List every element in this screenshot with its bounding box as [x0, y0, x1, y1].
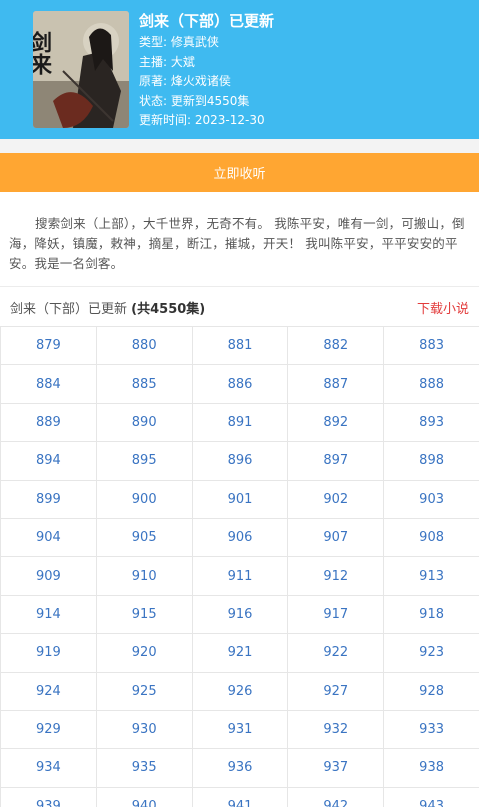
episode-link[interactable]: 882 — [288, 327, 385, 366]
episode-link[interactable]: 910 — [96, 557, 193, 596]
episode-link[interactable]: 927 — [288, 672, 385, 711]
episode-link[interactable]: 939 — [1, 787, 97, 807]
episode-link[interactable]: 933 — [384, 710, 479, 750]
episode-link[interactable]: 904 — [1, 518, 97, 558]
episode-link[interactable]: 911 — [192, 557, 289, 596]
episode-link[interactable]: 897 — [288, 442, 385, 481]
episode-link[interactable]: 906 — [192, 518, 289, 558]
episode-link[interactable]: 912 — [288, 557, 385, 596]
episode-list-heading: 剑来（下部）已更新 — [10, 302, 128, 317]
episode-link[interactable]: 883 — [384, 327, 479, 366]
episode-link[interactable]: 924 — [1, 672, 97, 711]
episode-link[interactable]: 901 — [192, 480, 289, 519]
book-info: 剑来（下部）已更新 类型: 修真武侠 主播: 大斌 原著: 烽火戏诸侯 状态: … — [139, 11, 274, 131]
episode-link[interactable]: 879 — [1, 327, 97, 366]
episode-list-header: 剑来（下部）已更新 (共4550集) 下载小说 — [0, 286, 479, 326]
episode-link[interactable]: 942 — [288, 787, 385, 807]
listen-now-button[interactable]: 立即收听 — [0, 153, 479, 192]
episode-link[interactable]: 940 — [97, 787, 193, 807]
cover-title-text: 剑来 — [33, 30, 53, 75]
episode-link[interactable]: 914 — [1, 595, 97, 635]
episode-link[interactable]: 898 — [384, 442, 479, 481]
episode-link[interactable]: 929 — [1, 710, 97, 750]
episode-link[interactable]: 893 — [384, 403, 479, 443]
episode-link[interactable]: 909 — [1, 557, 97, 596]
episode-link[interactable]: 937 — [288, 749, 385, 788]
episode-link[interactable]: 934 — [1, 749, 97, 788]
episode-link[interactable]: 895 — [96, 442, 193, 481]
book-cover-image[interactable]: 剑来 — [33, 11, 129, 128]
episode-link[interactable]: 930 — [96, 710, 193, 750]
download-novel-link[interactable]: 下载小说 — [417, 298, 469, 317]
episode-link[interactable]: 889 — [1, 403, 97, 443]
episode-link[interactable]: 907 — [288, 518, 385, 558]
episode-link[interactable]: 916 — [192, 595, 289, 635]
episode-link[interactable]: 892 — [288, 403, 385, 443]
episode-link[interactable]: 891 — [192, 403, 289, 443]
episode-link[interactable]: 890 — [96, 403, 193, 443]
episode-link[interactable]: 885 — [96, 365, 193, 404]
episode-link[interactable]: 899 — [1, 480, 97, 519]
episode-link[interactable]: 932 — [288, 710, 385, 750]
episode-link[interactable]: 908 — [384, 518, 479, 558]
episode-link[interactable]: 905 — [96, 518, 193, 558]
book-type: 类型: 修真武侠 — [139, 35, 219, 49]
book-header: 剑来 剑来（下部）已更新 类型: 修真武侠 主播: 大斌 原著: 烽火戏诸侯 状… — [0, 0, 479, 139]
book-status: 状态: 更新到4550集 — [139, 93, 250, 108]
episode-link[interactable]: 917 — [288, 595, 385, 635]
section-divider — [0, 139, 479, 153]
episode-link[interactable]: 938 — [384, 749, 479, 788]
episode-link[interactable]: 886 — [192, 365, 289, 404]
episode-link[interactable]: 922 — [288, 634, 385, 673]
episode-link[interactable]: 926 — [192, 672, 289, 711]
episode-link[interactable]: 920 — [96, 634, 193, 673]
episode-link[interactable]: 943 — [384, 787, 479, 807]
episode-grid: 879 880 881 882 883 884 885 886 887 888 889 890 891 8… — [0, 326, 479, 807]
episode-link[interactable]: 894 — [1, 442, 97, 481]
episode-link[interactable]: 887 — [288, 365, 385, 404]
episode-link[interactable]: 880 — [96, 327, 193, 366]
episode-link[interactable]: 896 — [192, 442, 289, 481]
episode-link[interactable]: 941 — [193, 787, 289, 807]
episode-link[interactable]: 935 — [96, 749, 193, 788]
episode-link[interactable]: 918 — [384, 595, 479, 635]
book-author: 原著: 烽火戏诸侯 — [139, 74, 231, 89]
book-title: 剑来（下部）已更新 — [139, 12, 275, 30]
episode-link[interactable]: 881 — [192, 327, 289, 366]
book-description: 搜索剑来（上部），大千世界，无奇不有。 我陈平安，唯有一剑，可搬山，倒海，降妖，… — [9, 216, 465, 271]
episode-link[interactable]: 884 — [1, 365, 97, 404]
episode-link[interactable]: 921 — [192, 634, 289, 673]
episode-link[interactable]: 900 — [96, 480, 193, 519]
episode-link[interactable]: 931 — [192, 710, 289, 750]
episode-link[interactable]: 915 — [96, 595, 193, 635]
episode-link[interactable]: 925 — [96, 672, 193, 711]
episode-link[interactable]: 923 — [384, 634, 479, 673]
book-updated-time: 更新时间: 2023-12-30 — [139, 113, 265, 128]
episode-link[interactable]: 936 — [192, 749, 289, 788]
episode-link[interactable]: 928 — [384, 672, 479, 711]
episode-count: (共4550集) — [131, 302, 206, 317]
episode-link[interactable]: 919 — [1, 634, 97, 673]
episode-link[interactable]: 902 — [288, 480, 385, 519]
episode-link[interactable]: 913 — [384, 557, 479, 596]
episode-list-title: 剑来（下部）已更新 (共4550集) — [10, 298, 205, 317]
episode-link[interactable]: 888 — [384, 365, 479, 404]
episode-link[interactable]: 903 — [384, 480, 479, 519]
book-host: 主播: 大斌 — [139, 54, 195, 69]
